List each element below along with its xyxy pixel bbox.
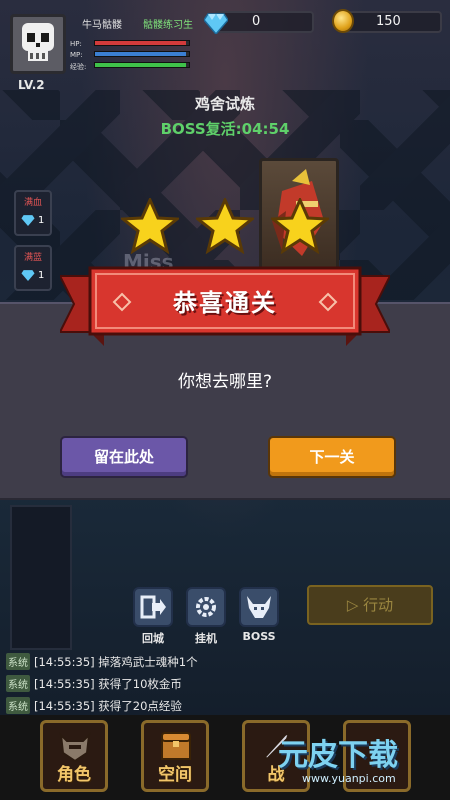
exp-label: 经验:	[70, 63, 87, 71]
mp-bar	[94, 51, 190, 57]
skull-icon	[22, 23, 54, 61]
diamond-icon	[21, 215, 35, 226]
full-mp-label: 满蓝	[23, 253, 42, 263]
skill-slot-column	[10, 505, 72, 650]
log-text: [14:55:35] 获得了10枚金币	[34, 677, 182, 691]
nav-character-label: 角色	[57, 765, 91, 785]
hp-bar	[94, 40, 190, 46]
auto-battle-button[interactable]	[186, 587, 226, 627]
player-level: LV.2	[18, 78, 45, 92]
hp-bar-fill	[95, 41, 187, 45]
full-mp-count: 1	[38, 270, 45, 281]
log-tag: 系统	[6, 653, 30, 670]
nav-character[interactable]: 角色	[40, 720, 108, 792]
log-tag: 系统	[6, 697, 30, 714]
diamond-icon	[21, 270, 35, 281]
mp-label: MP:	[70, 51, 83, 59]
log-entry: 系统 [14:55:35] 掉落鸡武士魂种1个	[6, 653, 198, 670]
nav-inventory-label: 空间	[158, 765, 192, 785]
return-town-label: 回城	[142, 632, 164, 645]
boss-button[interactable]	[239, 587, 279, 627]
full-hp-count: 1	[38, 215, 45, 226]
chest-icon	[161, 732, 191, 760]
log-text: [14:55:35] 获得了20点经验	[34, 699, 182, 713]
act-button[interactable]: ▷ 行动	[307, 585, 433, 625]
destination-question: 你想去哪里?	[177, 372, 273, 392]
log-text: [14:55:35] 掉落鸡武士魂种1个	[34, 655, 198, 669]
stage-clear-title: 恭喜通关	[173, 289, 277, 317]
gem-count: 0	[252, 14, 261, 29]
stay-here-button[interactable]: 留在此处	[60, 436, 188, 478]
next-stage-button[interactable]: 下一关	[268, 436, 396, 478]
hp-label: HP:	[70, 40, 82, 48]
nav-inventory[interactable]: 空间	[141, 720, 209, 792]
log-entry: 系统 [14:55:35] 获得了20点经验	[6, 697, 182, 714]
star-icon	[271, 198, 329, 254]
mp-bar-fill	[95, 52, 187, 56]
return-town-button[interactable]	[133, 587, 173, 627]
boss-label: BOSS	[242, 630, 276, 643]
exp-bar-fill	[95, 63, 187, 67]
gem-counter	[214, 11, 314, 33]
stage-title: 鸡舍试炼	[194, 95, 255, 113]
log-tag: 系统	[6, 675, 30, 692]
coin-icon	[332, 9, 354, 33]
watermark-logo: 元皮下载	[278, 738, 398, 773]
full-hp-button[interactable]: 满血 1	[14, 190, 52, 236]
diamond-icon	[204, 13, 228, 34]
player-title: 骷髅练习生	[143, 20, 193, 31]
watermark-url: www.yuanpi.com	[302, 772, 396, 785]
auto-battle-label: 挂机	[195, 632, 217, 645]
boss-respawn-timer: BOSS复活:04:54	[160, 120, 290, 138]
gear-icon	[196, 597, 216, 617]
log-entry: 系统 [14:55:35] 获得了10枚金币	[6, 675, 182, 692]
exp-bar	[94, 62, 190, 68]
player-name: 牛马骷髅	[82, 20, 122, 31]
player-avatar[interactable]	[10, 14, 66, 74]
exit-icon	[140, 595, 166, 619]
bull-head-icon	[247, 596, 271, 618]
star-icon	[121, 198, 179, 254]
star-icon	[196, 198, 254, 254]
gold-count: 150	[376, 14, 401, 29]
helmet-icon	[59, 732, 91, 763]
full-hp-label: 满血	[23, 198, 42, 208]
